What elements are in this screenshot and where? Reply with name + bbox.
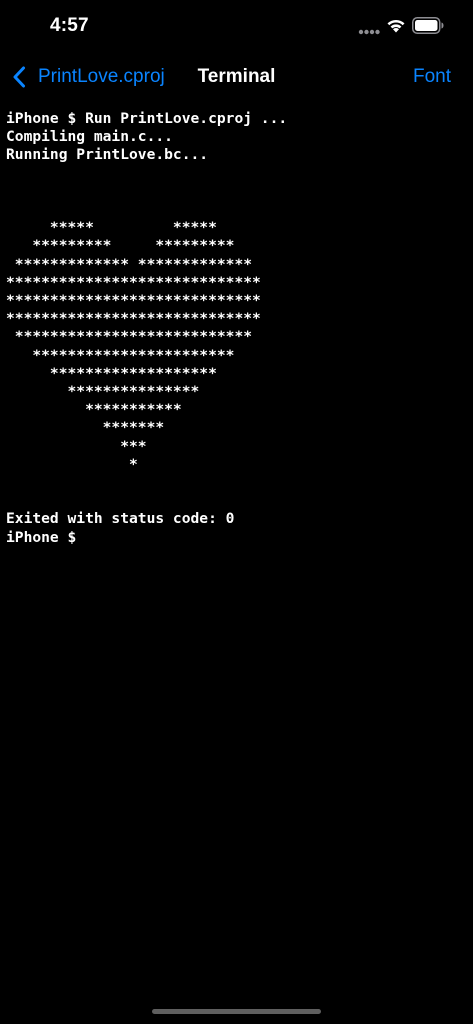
terminal-line: ******************* [6, 364, 217, 382]
terminal-line: ***** ***** [6, 219, 217, 237]
terminal-line: * [6, 455, 138, 473]
terminal-line: ***************************** [6, 310, 261, 328]
terminal-line: ******* [6, 419, 165, 437]
terminal-line: iPhone $ Run PrintLove.cproj ... [6, 110, 288, 127]
terminal-output[interactable]: iPhone $ Run PrintLove.cproj ... Compilin… [6, 110, 467, 990]
terminal-line: *********** [6, 401, 182, 419]
back-button[interactable]: PrintLove.cproj [12, 62, 165, 92]
font-button[interactable]: Font [413, 66, 451, 88]
back-button-label: PrintLove.cproj [38, 66, 165, 87]
status-bar: 4:57 [0, 0, 473, 54]
terminal-line: *********************** [6, 346, 235, 364]
terminal-line: *** [6, 437, 147, 455]
navigation-bar: PrintLove.cproj Terminal Font [0, 54, 473, 100]
terminal-line: *************************** [6, 328, 253, 346]
terminal-line: ***************************** [6, 291, 261, 309]
terminal-line: Running PrintLove.bc... [6, 146, 209, 164]
terminal-line: Compiling main.c... [6, 128, 173, 146]
terminal-line: ************* ************* [6, 255, 253, 273]
status-time: 4:57 [50, 15, 89, 36]
terminal-line: ***************************** [6, 273, 261, 291]
wifi-icon [387, 19, 405, 33]
terminal-line: *************** [6, 383, 200, 400]
home-indicator[interactable] [152, 1009, 321, 1014]
cellular-signal-icon [358, 29, 380, 35]
chevron-left-icon [13, 66, 25, 88]
terminal-line: ********* ********* [6, 237, 235, 255]
battery-icon [412, 17, 444, 34]
terminal-prompt: iPhone $ [6, 528, 77, 546]
terminal-line: Exited with status code: 0 [6, 510, 235, 528]
